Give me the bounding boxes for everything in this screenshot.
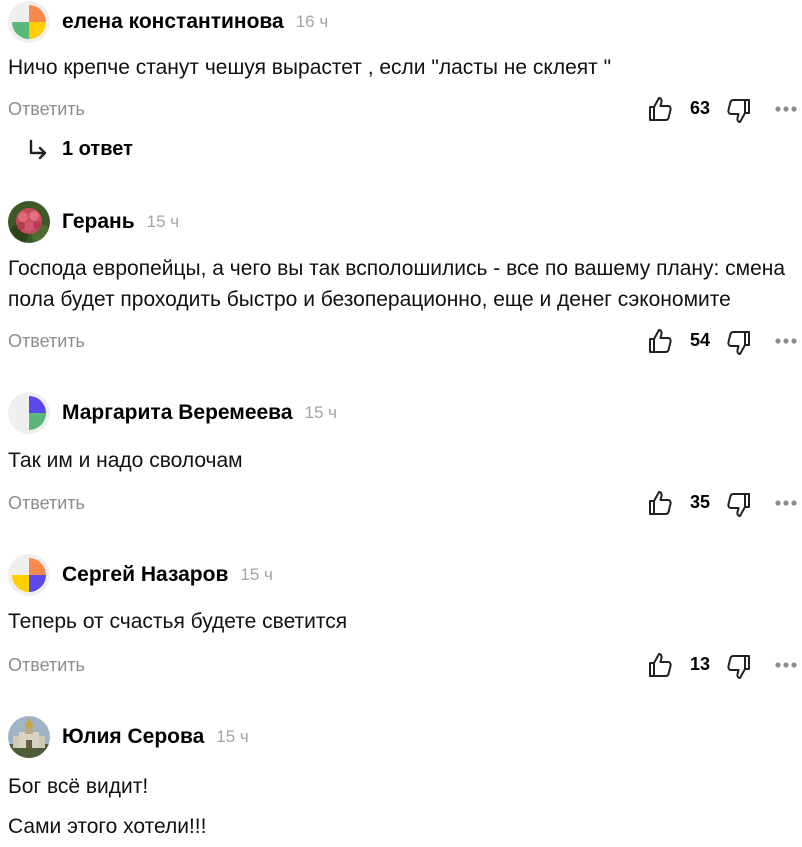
thumbs-down-icon[interactable] (725, 491, 753, 519)
reply-button[interactable]: Ответить (8, 655, 85, 676)
comment-header: Маргарита Веремеева 15 ч (8, 391, 337, 435)
comment-header: Герань 15 ч (8, 200, 179, 244)
comment-time: 16 ч (295, 12, 329, 31)
comment-line: Господа европейцы, а чего вы так всполош… (8, 257, 786, 280)
author-name[interactable]: елена константинова (62, 10, 284, 34)
avatar[interactable] (8, 201, 50, 243)
comment-line: Бог всё видит! (8, 775, 149, 798)
comment-time: 15 ч (304, 403, 338, 422)
thumbs-down-icon[interactable] (725, 653, 753, 681)
comment-text: Бог всё видит! Сами этого хотели!!! (8, 767, 206, 847)
show-replies-button[interactable]: 1 ответ (28, 138, 133, 161)
reply-button[interactable]: Ответить (8, 331, 85, 352)
comment-header: елена константинова 16 ч (8, 0, 328, 44)
comment-text: Так им и надо сволочам (8, 445, 243, 476)
comment-line: Так им и надо сволочам (8, 449, 243, 472)
author-name[interactable]: Маргарита Веремеева (62, 401, 293, 425)
thumbs-down-icon[interactable] (725, 329, 753, 357)
comment-actions: Ответить 35 (0, 489, 802, 519)
like-count: 63 (689, 98, 711, 118)
thumbs-down-icon[interactable] (725, 97, 753, 125)
more-options-icon[interactable] (772, 491, 800, 515)
comment-line: Сами этого хотели!!! (8, 815, 207, 838)
like-count: 13 (689, 654, 711, 674)
comment-time: 15 ч (146, 212, 180, 231)
more-options-icon[interactable] (772, 97, 800, 121)
thumbs-up-icon[interactable] (646, 95, 674, 123)
avatar[interactable] (8, 716, 50, 758)
reply-arrow-icon (29, 139, 47, 159)
comment-line: пола будет проходить быстро и безопераци… (8, 288, 731, 311)
like-count: 54 (689, 330, 711, 350)
comment-actions: Ответить 63 (0, 95, 802, 125)
reply-button[interactable]: Ответить (8, 99, 85, 120)
comment-text: Теперь от счастья будете светится (8, 606, 347, 637)
comment-time: 15 ч (216, 727, 249, 746)
comment-header: Сергей Назаров 15 ч (8, 553, 273, 597)
like-count: 35 (689, 492, 711, 512)
comment-header: Юлия Серова 15 ч (8, 715, 249, 759)
more-options-icon[interactable] (772, 653, 800, 677)
thumbs-up-icon[interactable] (646, 651, 674, 679)
reply-button[interactable]: Ответить (8, 493, 85, 514)
avatar[interactable] (8, 392, 50, 434)
comment-line: Ничо крепче станут чешуя вырастет , если… (8, 56, 612, 79)
comment-actions: Ответить 13 (0, 651, 802, 681)
comment-line: Теперь от счастья будете светится (8, 610, 348, 633)
comment-actions: Ответить 54 (0, 327, 802, 357)
author-name[interactable]: Юлия Серова (62, 725, 204, 749)
more-options-icon[interactable] (772, 329, 800, 353)
avatar[interactable] (8, 1, 50, 43)
replies-count-label: 1 ответ (62, 138, 133, 160)
author-name[interactable]: Герань (62, 210, 135, 234)
comment-text: Ничо крепче станут чешуя вырастет , если… (8, 52, 611, 83)
comment-time: 15 ч (240, 565, 273, 584)
comment-text: Господа европейцы, а чего вы так всполош… (8, 253, 785, 315)
thumbs-up-icon[interactable] (646, 489, 674, 517)
author-name[interactable]: Сергей Назаров (62, 563, 228, 587)
thumbs-up-icon[interactable] (646, 327, 674, 355)
avatar[interactable] (8, 554, 50, 596)
